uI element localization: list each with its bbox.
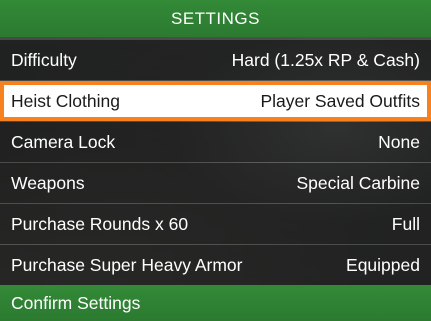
setting-row-purchase-rounds[interactable]: Purchase Rounds x 60 Full: [0, 204, 431, 244]
confirm-settings-label: Confirm Settings: [11, 292, 141, 313]
setting-value: None: [378, 131, 420, 152]
setting-row-camera-lock[interactable]: Camera Lock None: [0, 122, 431, 162]
settings-menu: SETTINGS Difficulty Hard (1.25x RP & Cas…: [0, 0, 431, 321]
setting-value: Equipped: [346, 254, 420, 275]
setting-value: Hard (1.25x RP & Cash): [231, 49, 420, 70]
setting-label: Heist Clothing: [11, 90, 120, 111]
game-background: SETTINGS Difficulty Hard (1.25x RP & Cas…: [0, 0, 431, 321]
settings-header: SETTINGS: [0, 0, 431, 37]
settings-title: SETTINGS: [170, 8, 260, 28]
setting-value: Special Carbine: [296, 172, 420, 193]
setting-label: Difficulty: [11, 49, 77, 70]
setting-label: Weapons: [11, 172, 85, 193]
setting-label: Purchase Rounds x 60: [11, 213, 189, 234]
setting-row-weapons[interactable]: Weapons Special Carbine: [0, 163, 431, 203]
setting-label: Camera Lock: [11, 131, 116, 152]
setting-value: Full: [391, 213, 420, 234]
setting-label: Purchase Super Heavy Armor: [11, 254, 243, 275]
setting-row-difficulty[interactable]: Difficulty Hard (1.25x RP & Cash): [0, 40, 431, 80]
setting-value: Player Saved Outfits: [260, 90, 420, 111]
setting-row-purchase-armor[interactable]: Purchase Super Heavy Armor Equipped: [0, 245, 431, 285]
setting-row-heist-clothing[interactable]: Heist Clothing Player Saved Outfits: [0, 81, 431, 121]
confirm-settings-button[interactable]: Confirm Settings: [0, 285, 431, 321]
